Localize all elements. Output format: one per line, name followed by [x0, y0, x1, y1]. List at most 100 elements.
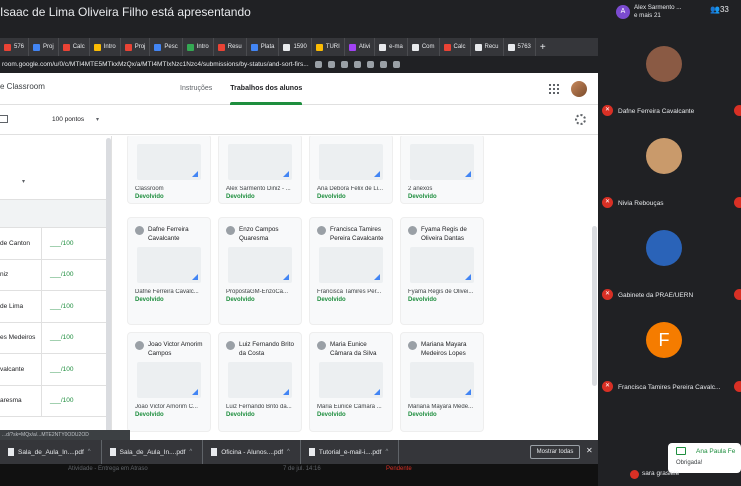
- student-name[interactable]: Fyama Regis de Oliveira Dantas: [421, 225, 476, 243]
- browser-tab[interactable]: e-ma: [375, 38, 408, 56]
- chevron-up-icon[interactable]: ^: [88, 449, 91, 455]
- attachment-thumbnail[interactable]: [228, 247, 292, 283]
- student-name[interactable]: Mariana Mayara Medeiros Lopes: [421, 340, 476, 358]
- chevron-up-icon[interactable]: ^: [287, 449, 290, 455]
- grade-input[interactable]: ___/100: [41, 291, 101, 322]
- grade-input[interactable]: ___/100: [41, 228, 101, 259]
- address-bar[interactable]: room.google.com/u/0/c/MTI4MTE5MTkxMzQx/a…: [0, 56, 598, 73]
- browser-tab[interactable]: TURI: [312, 38, 345, 56]
- browser-tab[interactable]: Pesc: [150, 38, 183, 56]
- browser-tab[interactable]: Ativi: [345, 38, 376, 56]
- extension-icon[interactable]: [379, 61, 387, 68]
- student-row[interactable]: aresma ___/100: [0, 385, 111, 417]
- student-row[interactable]: valcante ___/100: [0, 354, 111, 386]
- grid-scrollbar[interactable]: [592, 226, 597, 386]
- attachment-thumbnail[interactable]: [137, 144, 201, 180]
- browser-tab[interactable]: Plata: [247, 38, 280, 56]
- browser-tab[interactable]: Intro: [183, 38, 214, 56]
- download-item[interactable]: Oficina - Alunos....pdf ^: [203, 440, 301, 464]
- close-icon[interactable]: ✕: [586, 446, 593, 455]
- attachment-thumbnail[interactable]: [228, 144, 292, 180]
- submission-card[interactable]: Francisca Tamires Pereira Cavalcante Fran…: [309, 217, 393, 325]
- browser-tab[interactable]: 5763: [504, 38, 536, 56]
- extension-icon[interactable]: [392, 61, 400, 68]
- account-avatar[interactable]: [571, 81, 587, 97]
- edit-icon[interactable]: [0, 115, 8, 123]
- submission-card[interactable]: Classroom Devolvido: [127, 136, 211, 204]
- extension-icon[interactable]: [327, 61, 335, 68]
- attachment-thumbnail[interactable]: [319, 144, 383, 180]
- download-item[interactable]: Tutorial_e-mail-i....pdf ^: [301, 440, 400, 464]
- participant-tile[interactable]: ✕ Gabinete da PRAE/UERN: [598, 216, 741, 308]
- submission-card[interactable]: Luiz Fernando Brito da Costa Luiz Fernand…: [218, 332, 302, 432]
- sort-dropdown-icon[interactable]: ▾: [22, 178, 25, 185]
- browser-tab[interactable]: 1590: [279, 38, 312, 56]
- student-name[interactable]: Joao Victor Amorim Campos: [148, 340, 203, 358]
- chevron-up-icon[interactable]: ^: [189, 449, 192, 455]
- browser-tab[interactable]: Resu: [214, 38, 247, 56]
- submission-card[interactable]: 2 anexos Devolvido: [400, 136, 484, 204]
- url-text[interactable]: room.google.com/u/0/c/MTI4MTE5MTkxMzQx/a…: [0, 61, 309, 68]
- people-icon[interactable]: 👥33: [710, 5, 729, 14]
- grade-input[interactable]: ___/100: [41, 385, 101, 416]
- student-name[interactable]: Dafne Ferreira Cavalcante: [148, 225, 203, 243]
- submission-card[interactable]: Mariana Mayara Medeiros Lopes Mariana May…: [400, 332, 484, 432]
- attachment-thumbnail[interactable]: [319, 362, 383, 398]
- student-name[interactable]: Maria Eunice Câmara da Silva: [330, 340, 385, 358]
- student-row[interactable]: de Canton ___/100: [0, 228, 111, 260]
- extension-icon[interactable]: [314, 61, 322, 68]
- attachment-thumbnail[interactable]: [228, 362, 292, 398]
- student-row[interactable]: es Medeiros ___/100: [0, 322, 111, 354]
- extension-icon[interactable]: [366, 61, 374, 68]
- browser-tab[interactable]: Recu: [471, 38, 504, 56]
- submission-card[interactable]: Dafne Ferreira Cavalcante Dafne Ferreira …: [127, 217, 211, 325]
- grade-input[interactable]: ___/100: [41, 259, 101, 290]
- student-row[interactable]: de Lima ___/100: [0, 291, 111, 323]
- participant-tile[interactable]: ✕ Nivia Rebouças: [598, 124, 741, 216]
- browser-tab[interactable]: Proj: [29, 38, 59, 56]
- attachment-thumbnail[interactable]: [319, 247, 383, 283]
- student-name[interactable]: Enzo Campos Quaresma: [239, 225, 294, 243]
- browser-tab[interactable]: 576: [0, 38, 30, 56]
- attachment-thumbnail[interactable]: [410, 144, 474, 180]
- submission-card[interactable]: Fyama Regis de Oliveira Dantas Fyama Regi…: [400, 217, 484, 325]
- participant-tile[interactable]: F ✕ Francisca Tamires Pereira Cavalc...: [598, 308, 741, 400]
- submission-card[interactable]: Ana Debora Felix de Li... Devolvido: [309, 136, 393, 204]
- browser-tab[interactable]: Intro: [90, 38, 121, 56]
- apps-grid-icon[interactable]: [549, 84, 559, 94]
- browser-tab[interactable]: Calc: [440, 38, 471, 56]
- attachment-thumbnail[interactable]: [137, 362, 201, 398]
- submission-card[interactable]: Alex Sarmento Diniz - ... Devolvido: [218, 136, 302, 204]
- student-name[interactable]: Luiz Fernando Brito da Costa: [239, 340, 294, 358]
- new-tab-button[interactable]: +: [536, 42, 550, 53]
- download-item[interactable]: Sala_de_Aula_In....pdf ^: [102, 440, 204, 464]
- grade-input[interactable]: ___/100: [41, 354, 101, 385]
- attachment-thumbnail[interactable]: [410, 362, 474, 398]
- gear-icon[interactable]: [575, 114, 586, 125]
- student-name[interactable]: Francisca Tamires Pereira Cavalcante: [330, 225, 385, 243]
- points-select[interactable]: 100 pontos: [52, 116, 84, 123]
- browser-tab[interactable]: Com: [408, 38, 440, 56]
- submission-card[interactable]: Enzo Campos Quaresma PropostaGM-EnzoCa...…: [218, 217, 302, 325]
- chevron-up-icon[interactable]: ^: [385, 449, 388, 455]
- participant-initial: F: [658, 330, 670, 350]
- tab-instructions[interactable]: Instruções: [180, 73, 212, 105]
- chat-notification[interactable]: Ana Paula Fe Obrigada!: [668, 443, 741, 473]
- tab-student-work[interactable]: Trabalhos dos alunos: [230, 73, 302, 105]
- download-item[interactable]: Sala_de_Aula_In....pdf ^: [0, 440, 102, 464]
- list-scrollbar[interactable]: [106, 138, 111, 434]
- show-all-downloads-button[interactable]: Mostrar todas: [530, 445, 580, 459]
- submission-card[interactable]: Joao Victor Amorim Campos Joao Victor Amo…: [127, 332, 211, 432]
- attachment-thumbnail[interactable]: [137, 247, 201, 283]
- grade-input[interactable]: ___/100: [41, 322, 101, 353]
- attachment-thumbnail[interactable]: [410, 247, 474, 283]
- extension-icon[interactable]: [340, 61, 348, 68]
- chevron-down-icon[interactable]: ▾: [96, 116, 99, 123]
- student-row[interactable]: niz ___/100: [0, 259, 111, 291]
- submission-card[interactable]: Maria Eunice Câmara da Silva Maria Eunice…: [309, 332, 393, 432]
- browser-tab[interactable]: Proj: [121, 38, 151, 56]
- extension-icon[interactable]: [353, 61, 361, 68]
- app-title[interactable]: e Classroom: [0, 82, 45, 91]
- browser-tab[interactable]: Calc: [59, 38, 90, 56]
- participant-tile[interactable]: ✕ Dafne Ferreira Cavalcante: [598, 32, 741, 124]
